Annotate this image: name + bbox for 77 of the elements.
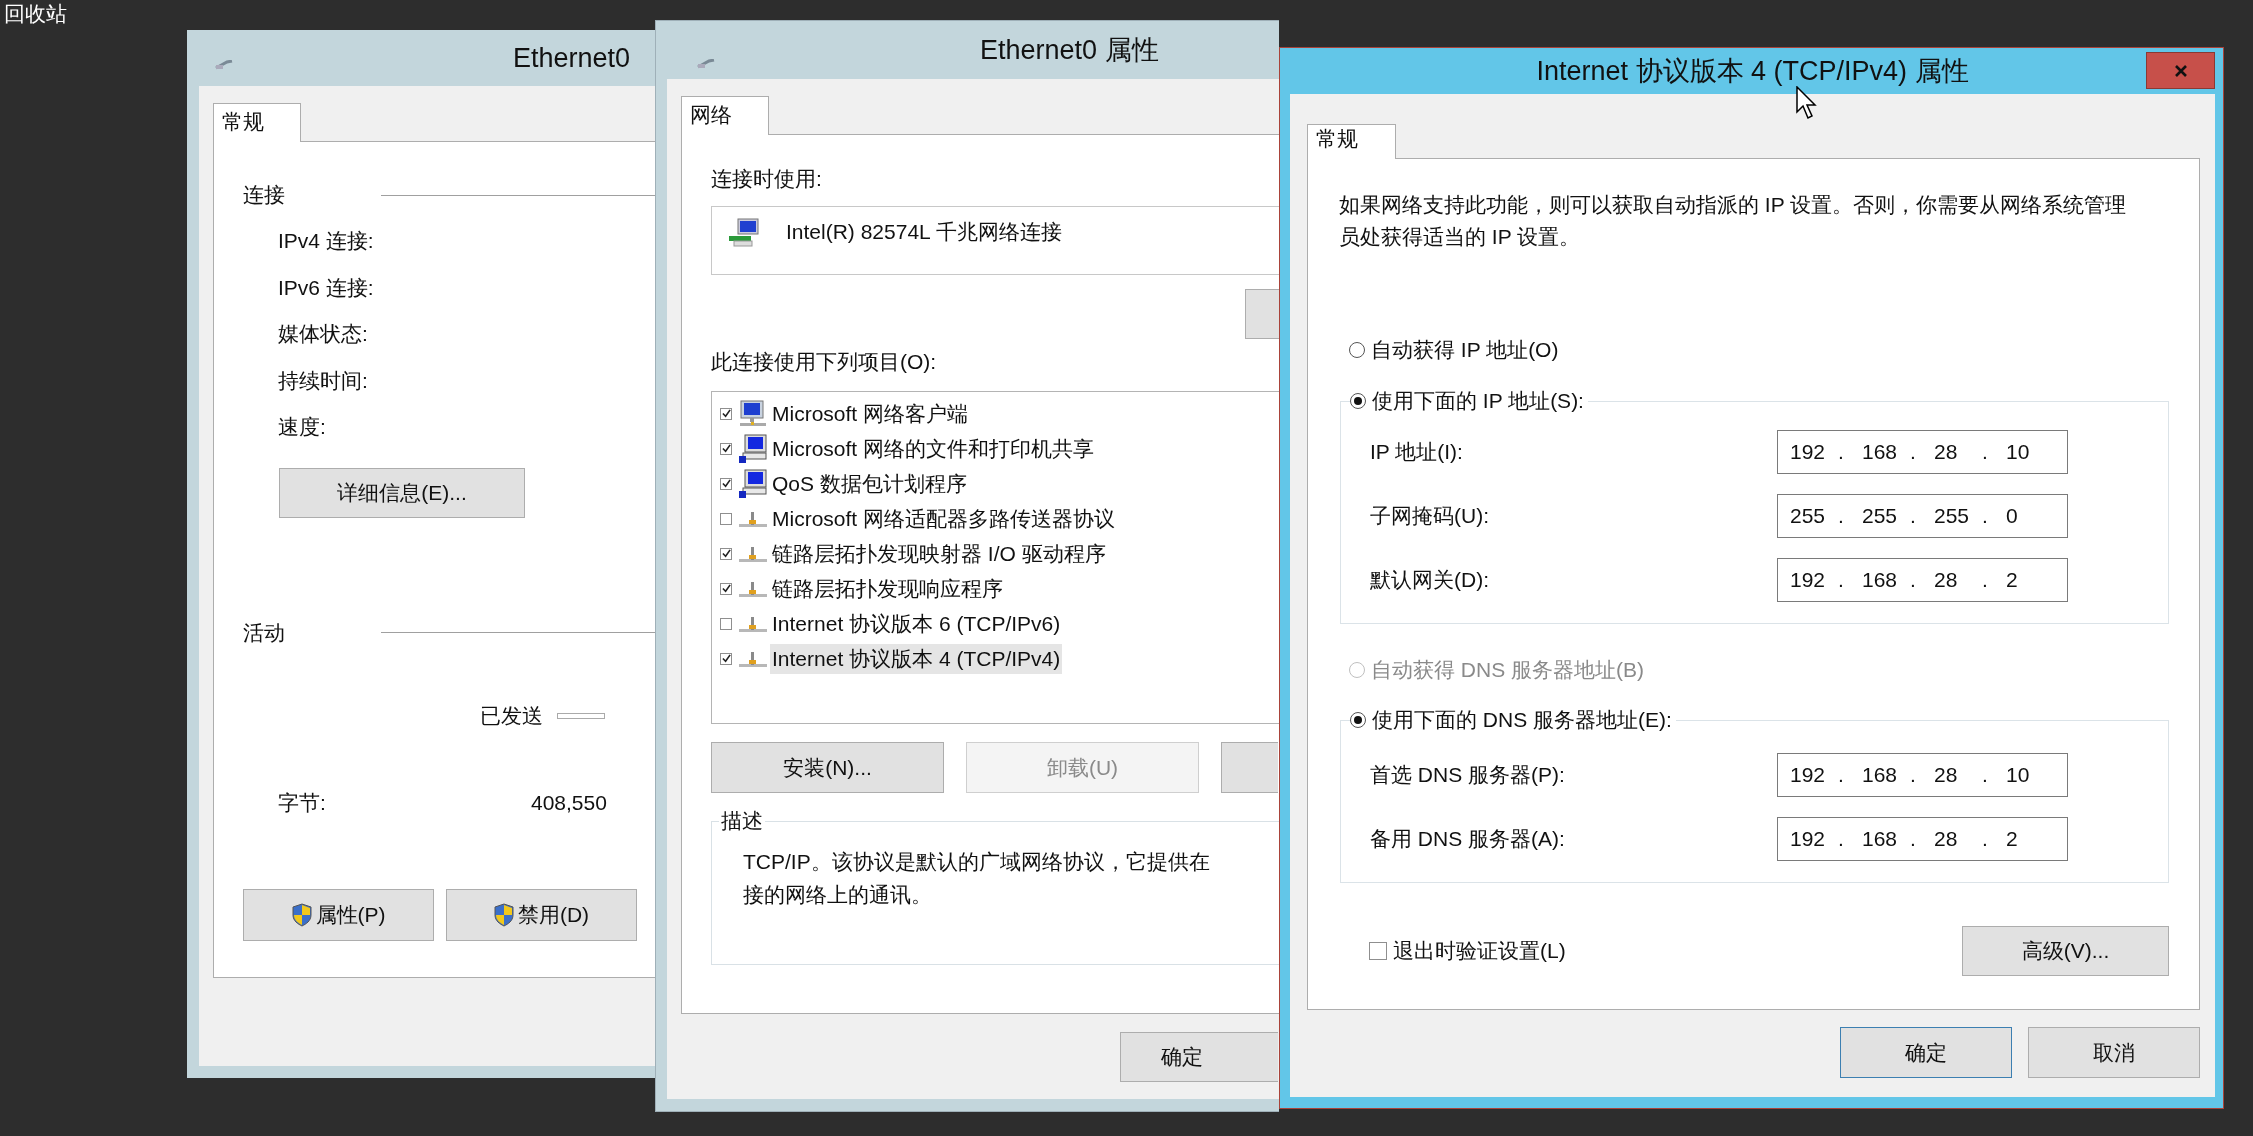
ip-address-field[interactable]: 192 . 168 . 28 . 10 [1777,430,2068,474]
shield-button[interactable]: 禁用(D) [446,888,637,941]
checkbox[interactable] [720,617,732,630]
field-label: 速度: [278,414,326,441]
intro-text: 如果网络支持此功能，则可以获取自动指派的 IP 设置。否则，你需要从网络系统管理员处获得适当的 IP 设置。 [1339,192,2128,250]
tab[interactable]: 常规 [213,103,301,142]
list-item[interactable]: 链路层拓扑发现映射器 I/O 驱动程序 [770,538,1108,569]
advanced-button[interactable]: 高级(V)... [1962,926,2169,976]
sent-label: 已发送 [480,702,543,729]
shield-button[interactable]: 属性(P) [243,888,434,941]
window-title: Internet 协议版本 4 (TCP/IPv4) 属性 [1536,55,1969,88]
connect-using-label: 连接时使用: [711,166,822,192]
details-button[interactable]: 详细信息(E)... [279,467,525,518]
radio-label[interactable]: 使用下面的 DNS 服务器地址(E): [1372,706,1672,734]
close-button[interactable] [2146,52,2215,89]
checkbox[interactable] [720,512,732,525]
field-label: IPv4 连接: [278,228,374,254]
window-title: Ethernet0 [513,42,631,74]
description-text: 接的网络上的通讯。 [743,882,933,908]
computer-icon [738,468,768,499]
computer-icon [738,433,768,464]
network-adapter-icon [728,218,760,248]
radio-button[interactable] [1350,393,1366,409]
list-item[interactable]: Microsoft 网络客户端 [770,398,970,429]
group-heading: 描述 [720,808,764,834]
checkbox-label[interactable]: 退出时验证设置(L) [1393,937,1566,965]
bytes-sent-value: 408,550 [531,790,607,815]
close-icon [2173,64,2188,77]
tab[interactable]: 常规 [1307,124,1396,159]
field-label: 持续时间: [278,367,368,394]
items-label: 此连接使用下列项目(O): [711,349,937,375]
shield-icon [291,902,312,927]
radio-button[interactable] [1349,342,1365,358]
description-text: TCP/IP。该协议是默认的广域网络协议，它提供在 [743,849,1211,875]
field-label: 媒体状态: [278,321,368,348]
checkbox[interactable] [720,547,732,560]
field-label: 默认网关(D): [1370,567,1490,593]
ok-button[interactable]: 确定 [1120,1032,1278,1082]
section-heading: 活动 [243,619,285,646]
field-label: IPv6 连接: [278,274,374,301]
cursor-icon [1796,86,1818,120]
list-item[interactable]: QoS 数据包计划程序 [770,468,969,499]
radio-label[interactable]: 自动获得 IP 地址(O) [1371,336,1559,364]
field-label: 备用 DNS 服务器(A): [1370,826,1566,852]
shield-icon [493,902,514,927]
window-title: Ethernet0 属性 [980,34,1159,67]
radio-button[interactable] [1350,712,1366,728]
desktop-icon-label[interactable]: 回收站 [4,0,67,28]
field-label: IP 地址(I): [1370,439,1464,465]
field-label: 首选 DNS 服务器(P): [1370,762,1566,788]
checkbox[interactable] [720,652,732,665]
checkbox[interactable] [720,477,732,490]
list-item[interactable]: Microsoft 网络的文件和打印机共享 [770,433,1096,464]
field-label: 子网掩码(U): [1370,503,1490,529]
section-heading: 连接 [243,182,285,208]
checkbox[interactable] [720,407,732,420]
checkbox[interactable] [720,442,732,455]
network-cable-icon [215,60,233,70]
network-cable-icon [697,59,715,69]
checkbox[interactable] [1369,942,1387,960]
adapter-name: Intel(R) 82574L 千兆网络连接 [786,219,1062,245]
ip-address-field[interactable]: 255 . 255 . 255 . 0 [1777,494,2068,538]
list-item[interactable]: 链路层拓扑发现响应程序 [770,573,1005,604]
dialog-button[interactable]: 确定 [1840,1027,2012,1078]
list-item[interactable]: Internet 协议版本 4 (TCP/IPv4) [770,643,1063,674]
button[interactable]: 安装(N)... [711,742,944,793]
monitor-icon [738,398,768,429]
ip-address-field[interactable]: 192 . 168 . 28 . 2 [1777,817,2068,861]
radio-label[interactable]: 使用下面的 IP 地址(S): [1372,387,1584,415]
bytes-label: 字节: [278,789,327,816]
list-item[interactable]: Microsoft 网络适配器多路传送器协议 [770,503,1117,534]
ip-address-field[interactable]: 192 . 168 . 28 . 10 [1777,753,2068,797]
dialog-button[interactable]: 取消 [2028,1027,2200,1078]
checkbox[interactable] [720,582,732,595]
list-item[interactable]: Internet 协议版本 6 (TCP/IPv6) [770,608,1063,639]
tab[interactable]: 网络 [681,96,769,135]
ip-address-field[interactable]: 192 . 168 . 28 . 2 [1777,558,2068,602]
